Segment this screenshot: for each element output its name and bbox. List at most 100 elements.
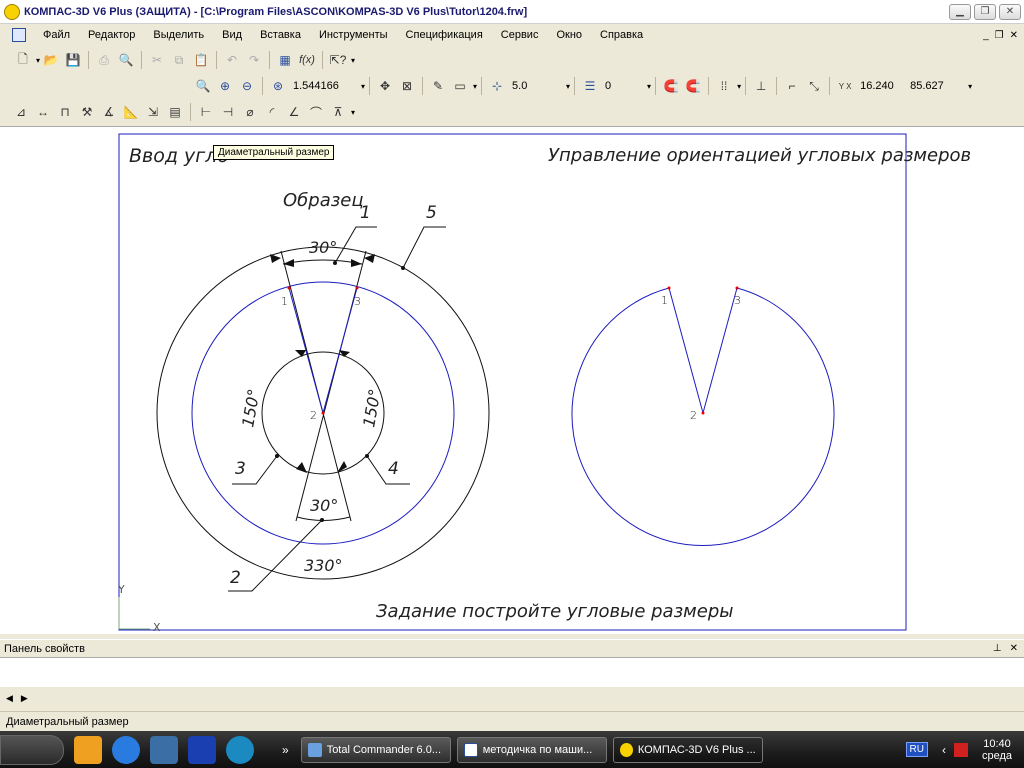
spec-icon[interactable]: ▤ [166,103,184,121]
pin-icon[interactable]: ⊥ [993,643,1002,654]
panel-close-icon[interactable]: ✕ [1010,643,1018,654]
separator [322,51,324,69]
select-icon[interactable]: ⇲ [144,103,162,121]
paste-icon[interactable]: 📋 [192,51,210,69]
step-field[interactable]: 5.0 [508,77,564,95]
language-indicator[interactable]: RU [905,742,928,757]
layer-dropdown-icon[interactable]: ▾ [647,82,651,91]
symbols-icon[interactable]: ⊓ [56,103,74,121]
linear-break-dim-icon[interactable]: ⊣ [219,103,237,121]
redo-icon[interactable]: ↷ [245,51,263,69]
maximize-button[interactable]: ❐ [974,3,996,20]
leader-label-2: 2 [230,568,241,588]
doc-minimize-button[interactable]: _ [983,30,989,41]
layer-field[interactable]: 0 [601,77,645,95]
geometry-icon[interactable]: ⊿ [12,103,30,121]
coord-y-field[interactable]: 85.627 [906,77,966,95]
zoom-icon[interactable]: 🔍 [194,77,212,95]
diameter-dim-icon[interactable]: ⌀ [241,103,259,121]
menu-select[interactable]: Выделить [144,29,213,41]
show-all-icon[interactable]: ⊠ [398,77,416,95]
save-icon[interactable]: 💾 [64,51,82,69]
function-icon[interactable]: f(x) [298,51,316,69]
menu-edit[interactable]: Редактор [79,29,144,41]
coord-dropdown-icon[interactable]: ▾ [968,82,972,91]
menu-view[interactable]: Вид [213,29,251,41]
menu-specification[interactable]: Спецификация [397,29,492,41]
tray-expand-icon[interactable]: ‹ [942,743,946,757]
menu-file[interactable]: Файл [34,29,79,41]
menu-help[interactable]: Справка [591,29,652,41]
view-toolbar: 🔍 ⊕ ⊖ ⊛ 1.544166 ▾ ✥ ⊠ ✎ ▭ ▾ ⊹ 5.0 ▾ ☰ 0 ▾ 🧲… [0,74,1024,98]
menu-tools[interactable]: Инструменты [310,29,397,41]
radial-dim-icon[interactable]: ◜ [263,103,281,121]
zoom-dropdown-icon[interactable]: ▾ [361,82,365,91]
dimensions-icon[interactable]: ↔ [34,103,52,121]
title-bar: КОМПАС-3D V6 Plus (ЗАЩИТА) - [C:\Program… [0,0,1024,24]
style-icon[interactable]: ▭ [451,77,469,95]
pencil-icon[interactable]: ✎ [429,77,447,95]
zoom-in-icon[interactable]: ⊕ [216,77,234,95]
drawing-canvas[interactable]: .t{font-family:"DejaVu Sans",sans-serif;… [0,126,1024,634]
step-dropdown-icon[interactable]: ▾ [566,82,570,91]
floppy-icon[interactable] [188,735,216,764]
help-dropdown-icon[interactable]: ▾ [351,56,355,65]
height-dim-icon[interactable]: ⊼ [329,103,347,121]
minimize-button[interactable]: ▁ [949,3,971,20]
linear-dim-icon[interactable]: ⊢ [197,103,215,121]
task-total-commander[interactable]: Total Commander 6.0... [300,736,451,763]
doc-restore-button[interactable]: ❐ [995,30,1004,41]
undo-icon[interactable]: ↶ [223,51,241,69]
new-dropdown-icon[interactable]: ▾ [36,56,40,65]
clock[interactable]: 10:40 среда [982,738,1012,762]
calculator-icon[interactable]: ▦ [276,51,294,69]
angular-dim-icon[interactable]: ∠ [285,103,303,121]
more-icon[interactable]: » [282,743,289,757]
coord-x-field[interactable]: 16.240 [856,77,906,95]
print-preview-icon[interactable]: 🔍 [117,51,135,69]
task-kompas[interactable]: КОМПАС-3D V6 Plus ... [612,736,763,763]
zoom-scale-icon[interactable]: ⊛ [269,77,287,95]
grid-icon[interactable]: ⁞⁞ [715,77,733,95]
menu-insert[interactable]: Вставка [251,29,310,41]
scroll-left-icon[interactable]: ◀ [6,693,13,704]
quick-launch-app-icon[interactable] [74,735,102,764]
pan-icon[interactable]: ✥ [376,77,394,95]
ortho-icon[interactable]: ⌐ [783,77,801,95]
document-icon[interactable] [12,28,26,42]
dim-dropdown-icon[interactable]: ▾ [351,108,355,117]
print-icon[interactable]: ⎙ [95,51,113,69]
param-icon[interactable]: ∡ [100,103,118,121]
antivirus-icon[interactable] [953,742,968,757]
local-cs-icon[interactable]: ⊥ [752,77,770,95]
arc-dim-icon[interactable]: ⌒ [307,103,325,121]
title-right: Управление ориентацией угловых размеров [548,145,971,166]
start-button[interactable] [0,734,64,765]
kompas-quick-icon[interactable] [226,735,254,764]
task-word-document[interactable]: методичка по маши... [456,736,607,763]
grid-dropdown-icon[interactable]: ▾ [737,82,741,91]
snap-magnet-icon[interactable]: 🧲 [662,77,680,95]
measure-icon[interactable]: 📐 [122,103,140,121]
layers-icon[interactable]: ☰ [581,77,599,95]
zoom-out-icon[interactable]: ⊖ [238,77,256,95]
doc-close-button[interactable]: ✕ [1010,30,1018,41]
local-snap-icon[interactable]: 🧲 [684,77,702,95]
help-pointer-icon[interactable]: ⇱? [329,51,347,69]
internet-explorer-icon[interactable] [112,735,140,764]
desktop-icon[interactable] [150,735,178,764]
edit-icon[interactable]: ⚒ [78,103,96,121]
menu-service[interactable]: Сервис [492,29,548,41]
cut-icon[interactable]: ✂ [148,51,166,69]
point-marker [355,286,359,290]
copy-icon[interactable]: ⧉ [170,51,188,69]
scroll-right-icon[interactable]: ▶ [21,693,28,704]
new-file-icon[interactable]: 🗋 [14,51,32,69]
close-button[interactable]: ✕ [999,3,1021,20]
open-folder-icon[interactable]: 📂 [42,51,60,69]
round-icon[interactable]: ⤡ [805,77,823,95]
menu-window[interactable]: Окно [547,29,591,41]
style-dropdown-icon[interactable]: ▾ [473,82,477,91]
zoom-scale-field[interactable]: 1.544166 [289,77,359,95]
step-icon[interactable]: ⊹ [488,77,506,95]
